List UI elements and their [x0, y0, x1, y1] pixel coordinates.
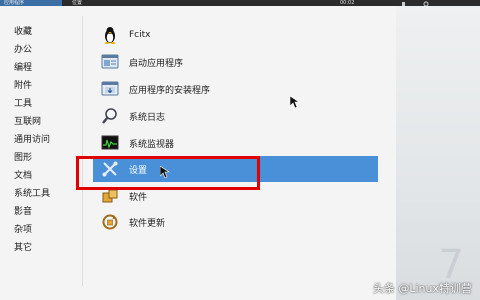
category-item[interactable]: 影音 [14, 204, 32, 220]
app-label: 应用程序的安装程序 [129, 85, 211, 96]
mouse-cursor-icon [159, 165, 170, 179]
startup-apps-icon [101, 53, 119, 71]
app-label: 软件 [129, 192, 148, 203]
mouse-cursor-icon [289, 95, 300, 109]
category-item[interactable]: 办公 [14, 42, 32, 58]
app-label: 启动应用程序 [129, 58, 184, 69]
app-item-system-log[interactable]: 系统日志 [93, 103, 378, 129]
app-item-system-monitor[interactable]: 系统监视器 [93, 130, 378, 156]
app-label: Fcitx [129, 30, 151, 40]
app-label: 系统监视器 [129, 139, 175, 150]
category-item[interactable]: 工具 [14, 96, 32, 112]
category-item[interactable]: 其它 [14, 240, 32, 256]
category-item[interactable]: 编程 [14, 60, 32, 76]
category-item[interactable]: 系统工具 [14, 186, 50, 202]
update-icon [101, 213, 119, 231]
category-item[interactable]: 图形 [14, 150, 32, 166]
category-item[interactable]: 杂项 [14, 222, 32, 238]
installer-icon [101, 80, 119, 98]
magnifier-icon [101, 107, 119, 125]
category-item[interactable]: 收藏 [14, 24, 32, 40]
app-item-installer[interactable]: 应用程序的安装程序 [93, 76, 378, 102]
app-label: 系统日志 [129, 112, 166, 123]
category-item[interactable]: 文档 [14, 168, 32, 184]
app-label: 软件更新 [129, 218, 166, 229]
monitor-icon [101, 134, 119, 152]
app-item-fcitx[interactable]: Fcitx [93, 22, 378, 48]
menu-divider [82, 16, 83, 286]
category-item[interactable]: 通用访问 [14, 132, 50, 148]
category-item[interactable]: 附件 [14, 78, 32, 94]
desktop-background: 7 [396, 6, 480, 300]
watermark: 头条 @Linux特训营 [372, 282, 472, 295]
category-item[interactable]: 互联网 [14, 114, 41, 130]
applications-menu-window: 收藏 办公 编程 附件 工具 互联网 通用访问 图形 文档 系统工具 影音 杂项… [0, 6, 397, 300]
app-item-startup-apps[interactable]: 启动应用程序 [93, 49, 378, 75]
app-item-software-update[interactable]: 软件更新 [93, 209, 378, 235]
penguin-icon [101, 26, 119, 44]
